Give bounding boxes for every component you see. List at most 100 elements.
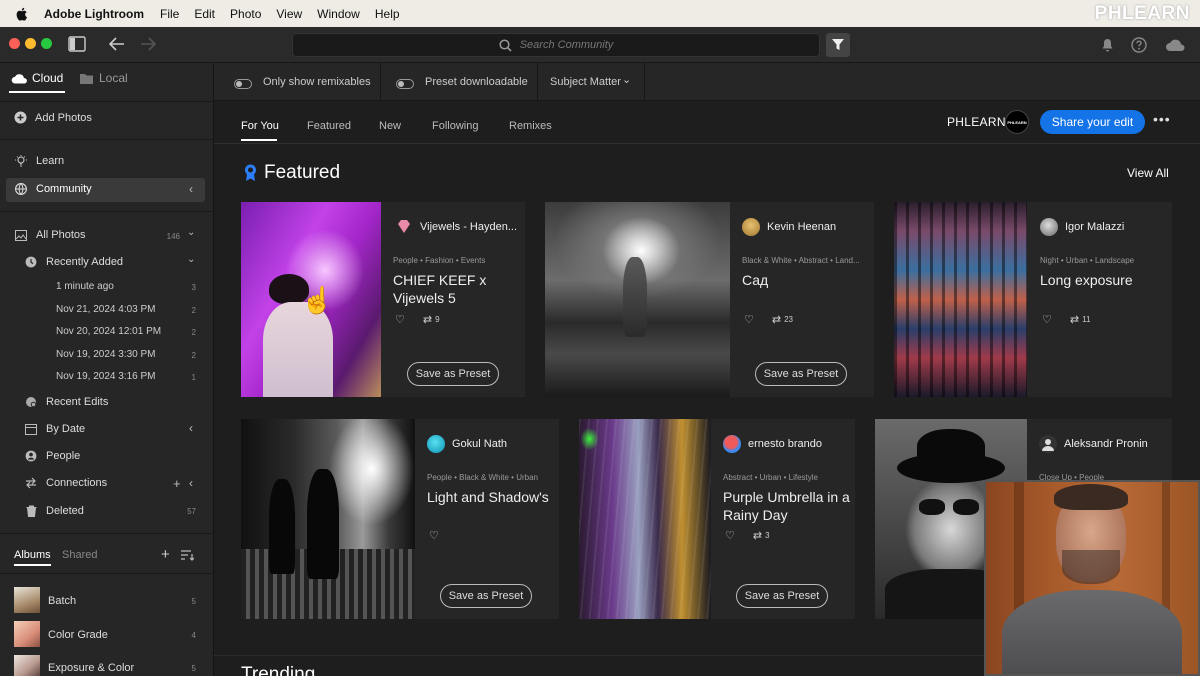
cloud-sync-icon[interactable]: [1165, 38, 1187, 52]
forward-arrow-icon[interactable]: [140, 37, 156, 51]
heart-icon[interactable]: ♡: [1042, 313, 1052, 326]
share-your-edit-button[interactable]: Share your edit: [1040, 110, 1145, 134]
menu-photo[interactable]: Photo: [230, 7, 261, 21]
sort-icon[interactable]: [181, 550, 194, 561]
tab-featured[interactable]: Featured: [307, 120, 351, 132]
filter-button[interactable]: [826, 33, 850, 57]
sidebar-item-community[interactable]: Community: [14, 183, 92, 195]
profile-name[interactable]: PHLEARN: [947, 115, 1006, 129]
add-photos-button[interactable]: Add Photos: [14, 111, 92, 124]
menu-edit[interactable]: Edit: [194, 7, 215, 21]
add-connection-icon[interactable]: +: [173, 476, 181, 491]
albums-tab[interactable]: Albums: [14, 549, 51, 561]
sidebar-item-learn[interactable]: Learn: [14, 155, 64, 167]
menu-help[interactable]: Help: [375, 7, 400, 21]
tab-remixes[interactable]: Remixes: [509, 120, 552, 132]
date-item-4[interactable]: Nov 19, 2024 3:16 PM: [56, 371, 156, 382]
featured-card[interactable]: ernesto brando Abstract • Urban • Lifest…: [579, 419, 855, 619]
card-author[interactable]: Gokul Nath: [427, 435, 507, 453]
app-menu[interactable]: Adobe Lightroom: [44, 7, 144, 21]
minimize-window-button[interactable]: [25, 38, 36, 49]
card-image[interactable]: [241, 419, 415, 619]
sidebar-item-all-photos[interactable]: All Photos: [14, 229, 86, 241]
tab-for-you[interactable]: For You: [241, 120, 279, 132]
album-count-batch: 5: [191, 597, 196, 606]
heart-icon[interactable]: ♡: [429, 529, 439, 542]
save-as-preset-button[interactable]: Save as Preset: [736, 584, 828, 608]
local-tab[interactable]: Local: [80, 71, 128, 85]
add-album-icon[interactable]: +: [161, 546, 170, 563]
chevron-down-icon[interactable]: ⌄: [187, 227, 195, 238]
card-tags: Abstract • Urban • Lifestyle: [723, 473, 818, 482]
card-image[interactable]: [545, 202, 730, 397]
sidebar-divider: [0, 101, 214, 102]
sidebar-item-connections[interactable]: Connections: [24, 477, 107, 489]
card-author[interactable]: Vijewels - Hayden...: [395, 218, 517, 236]
date-item-0[interactable]: 1 minute ago: [56, 281, 114, 292]
shared-tab[interactable]: Shared: [62, 549, 97, 561]
featured-card[interactable]: ☝ Vijewels - Hayden... People • Fashion …: [241, 202, 525, 397]
album-exposure-color[interactable]: Exposure & Color: [48, 662, 134, 674]
menu-window[interactable]: Window: [317, 7, 360, 21]
sidebar-item-recently-added[interactable]: Recently Added: [24, 256, 123, 268]
add-photos-label: Add Photos: [35, 111, 92, 124]
subject-matter-dropdown[interactable]: Subject Matter: [550, 76, 621, 88]
menu-view[interactable]: View: [276, 7, 302, 21]
sidebar-item-by-date[interactable]: By Date: [24, 423, 85, 435]
chevron-left-icon[interactable]: ‹: [189, 476, 193, 490]
tab-new[interactable]: New: [379, 120, 401, 132]
person-avatar-icon: [1039, 435, 1057, 453]
tab-following[interactable]: Following: [432, 120, 478, 132]
panel-toggle-icon[interactable]: [68, 36, 86, 52]
cloud-tab[interactable]: Cloud: [11, 71, 63, 85]
heart-icon[interactable]: ♡: [725, 529, 735, 542]
card-author[interactable]: Kevin Heenan: [742, 218, 836, 236]
album-color-grade[interactable]: Color Grade: [48, 629, 108, 641]
zoom-window-button[interactable]: [41, 38, 52, 49]
featured-card[interactable]: Gokul Nath People • Black & White • Urba…: [241, 419, 559, 619]
more-options-icon[interactable]: •••: [1153, 111, 1171, 127]
chevron-left-icon[interactable]: ‹: [189, 182, 193, 196]
chevron-down-icon[interactable]: ⌄: [187, 254, 195, 265]
downloadable-toggle[interactable]: [396, 79, 414, 89]
sidebar-item-people[interactable]: People: [24, 450, 80, 462]
card-image[interactable]: [894, 202, 1027, 397]
search-community-input[interactable]: Search Community: [292, 33, 820, 57]
apple-icon[interactable]: [14, 6, 30, 22]
close-window-button[interactable]: [9, 38, 20, 49]
chevron-left-icon[interactable]: ‹: [189, 421, 193, 435]
recent-edits-label: Recent Edits: [46, 396, 109, 408]
help-icon[interactable]: [1131, 37, 1147, 53]
card-image[interactable]: ☝: [241, 202, 381, 397]
card-author[interactable]: Igor Malazzi: [1040, 218, 1124, 236]
sidebar-item-deleted[interactable]: Deleted: [24, 505, 84, 517]
save-as-preset-button[interactable]: Save as Preset: [407, 362, 499, 386]
lightbulb-icon: [14, 155, 28, 167]
back-arrow-icon[interactable]: [109, 37, 125, 51]
card-author[interactable]: ernesto brando: [723, 435, 822, 453]
heart-icon[interactable]: ♡: [395, 313, 405, 326]
community-label: Community: [36, 183, 92, 195]
view-all-link[interactable]: View All: [1127, 166, 1169, 180]
card-author[interactable]: Aleksandr Pronin: [1039, 435, 1148, 453]
remixables-toggle[interactable]: [234, 79, 252, 89]
featured-card[interactable]: Igor Malazzi Night • Urban • Landscape L…: [894, 202, 1172, 397]
date-item-3[interactable]: Nov 19, 2024 3:30 PM: [56, 349, 156, 360]
presenter-shirt: [1002, 590, 1182, 674]
sidebar-item-recent-edits[interactable]: Recent Edits: [24, 396, 108, 408]
local-tab-label: Local: [99, 71, 128, 85]
remix-count: 9: [435, 315, 440, 324]
heart-icon[interactable]: ♡: [744, 313, 754, 326]
save-as-preset-button[interactable]: Save as Preset: [755, 362, 847, 386]
album-thumbnail-exposure-color: [14, 655, 40, 676]
save-as-preset-button[interactable]: Save as Preset: [440, 584, 532, 608]
chevron-down-icon[interactable]: ⌄: [622, 73, 631, 86]
album-batch[interactable]: Batch: [48, 595, 76, 607]
bell-icon[interactable]: [1101, 38, 1114, 52]
menu-file[interactable]: File: [160, 7, 179, 21]
featured-card[interactable]: Kevin Heenan Black & White • Abstract • …: [545, 202, 874, 397]
profile-avatar[interactable]: PHLEARN: [1005, 110, 1029, 134]
card-image[interactable]: [579, 419, 711, 619]
date-item-1[interactable]: Nov 21, 2024 4:03 PM: [56, 304, 156, 315]
date-item-2[interactable]: Nov 20, 2024 12:01 PM: [56, 326, 161, 337]
